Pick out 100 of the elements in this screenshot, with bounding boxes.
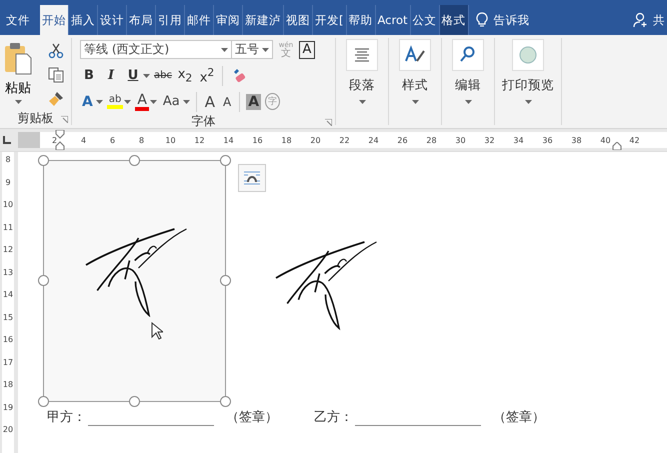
format-button[interactable]: x$^{2}$ [198,66,216,86]
ruler-number: 19 [2,402,14,414]
format-painter-button[interactable] [47,90,65,108]
format-button[interactable]: abc [154,70,172,81]
format-button[interactable]: B [80,68,98,83]
ruler-number: 6 [108,136,116,144]
caret-icon [14,100,22,104]
ruler-number: 26 [396,136,409,144]
ruler-number: 30 [454,136,467,144]
resize-handle[interactable] [38,396,48,407]
ruler-number: 22 [338,136,351,144]
caret-icon [358,100,366,104]
caret-icon [150,100,157,104]
ribbon-group-button[interactable]: 打印预览 [502,38,554,104]
seal-label: （签章） [226,409,278,426]
ruler-number: 12 [193,136,206,144]
tell-me-text: 告诉我 [494,12,530,28]
caret-icon [182,100,190,104]
caret-icon [262,48,269,52]
ruler-number: 4 [80,136,88,144]
layout-options-button[interactable] [238,164,266,192]
tab-stop-icon [3,136,11,144]
highlight-color-button[interactable]: ab [106,94,124,108]
font-name-dropdown[interactable]: 等线 (西文正文) [80,40,232,59]
ruler-number: 24 [367,136,380,144]
font-color-button[interactable]: A [135,92,149,110]
text-effects-button[interactable]: A [80,94,95,110]
tell-me-search[interactable]: 告诉我 [476,5,530,35]
party-label: 甲方： [47,409,86,426]
font-size-dropdown[interactable]: 五号 [231,40,273,59]
person-add-icon [633,12,649,28]
party-label: 乙方： [314,409,353,426]
format-button[interactable]: x$_{2}$ [176,66,194,84]
ruler-number: 16 [2,335,14,346]
share-button[interactable]: 共 [633,5,665,35]
ruler-margin [18,132,40,148]
ruler-number: 9 [4,178,12,188]
caret-icon [143,74,150,78]
ribbon-group-button[interactable]: 编辑 [452,38,484,104]
ruler-number: 15 [2,312,14,324]
ruler-number: 32 [483,136,496,144]
ruler-number: 11 [2,222,14,234]
ribbon-tab[interactable]: 文件 [0,5,40,35]
caret-icon [524,100,532,104]
ruler-number: 18 [280,136,293,144]
caret-icon [124,100,132,104]
clipboard-icon [3,42,33,76]
grow-font-button[interactable]: A [202,92,218,110]
ribbon-group-button[interactable]: 段落 [346,38,378,104]
ruler-number: 14 [222,136,235,144]
selected-image[interactable] [43,160,226,402]
ruler-number: 20 [2,425,14,436]
share-text: 共 [653,12,665,28]
ruler-number: 20 [309,136,322,144]
copy-icon [48,67,64,83]
character-border-button[interactable]: A [299,40,315,58]
ruler-number: 8 [138,136,146,144]
change-case-button[interactable]: Aa [160,94,182,109]
resize-handle[interactable] [220,154,231,166]
ruler-number: 40 [599,136,612,144]
group-label: 剪贴板 [18,110,54,126]
resize-handle[interactable] [38,275,48,286]
ruler-number: 10 [164,136,177,144]
dialog-launcher-icon [325,119,332,126]
ruler-number: 16 [251,136,264,144]
ruler-number: 38 [570,136,583,144]
ruler-number: 42 [628,136,641,144]
lightbulb-icon [476,12,488,28]
ruler-number: 17 [2,358,14,368]
ruler-number: 2 [50,136,58,144]
resize-handle[interactable] [220,396,231,407]
ruler-number: 18 [2,380,14,391]
group-label: 字体 [192,112,216,130]
ruler-number: 12 [2,245,14,256]
ruler-number: 8 [4,155,12,166]
ribbon-tab[interactable]: 开始 [40,5,69,35]
dialog-launcher-icon [61,116,68,123]
paintbrush-icon [48,91,64,107]
cut-button[interactable] [47,42,65,60]
format-button[interactable]: I [102,68,120,83]
mouse-pointer-icon [151,322,163,340]
resize-handle[interactable] [128,154,140,166]
caret-icon [412,100,418,104]
ribbon-group-button[interactable]: 样式 [399,38,431,104]
ruler-number: 28 [425,136,438,144]
character-shading-button[interactable]: A [246,94,262,110]
resize-handle[interactable] [38,154,48,166]
resize-handle[interactable] [220,275,231,286]
format-button[interactable]: U [124,68,142,83]
caret-icon [464,100,472,104]
caret-icon [221,48,228,52]
paste-button[interactable]: 粘贴 [3,40,33,108]
ruler-number: 14 [2,290,14,301]
caret-icon [96,100,103,104]
ribbon-tab[interactable]: 格式 [440,5,469,35]
ruler-number: 34 [512,136,525,144]
ruler-number: 36 [541,136,554,144]
shrink-font-button[interactable]: A [221,94,234,108]
copy-button[interactable] [47,66,65,84]
ruler-number: 13 [2,268,14,278]
